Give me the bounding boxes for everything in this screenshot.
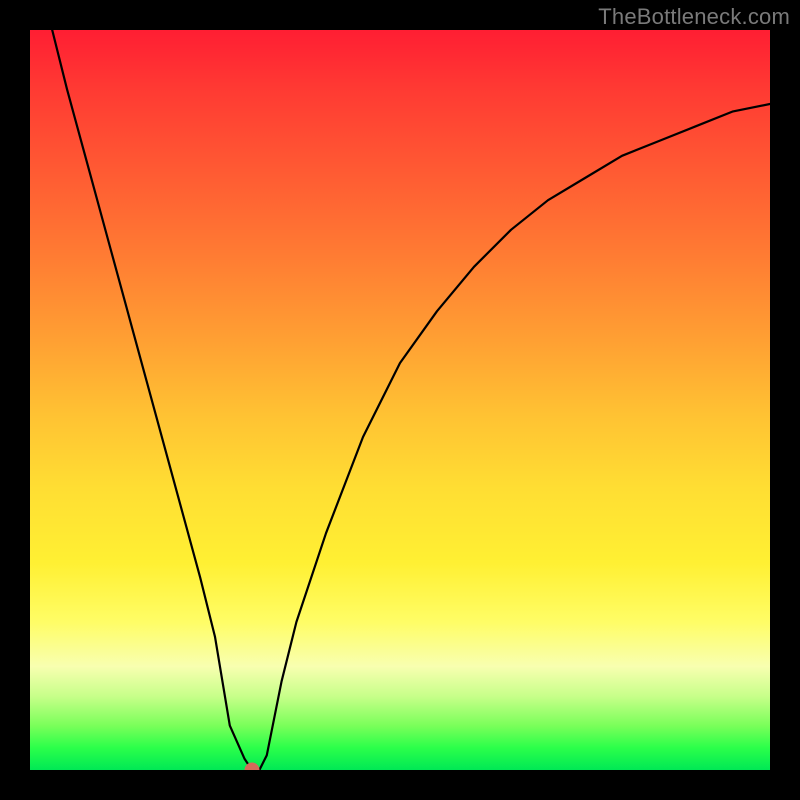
watermark-text: TheBottleneck.com — [598, 4, 790, 30]
curve-svg — [30, 30, 770, 770]
chart-frame: TheBottleneck.com — [0, 0, 800, 800]
bottleneck-curve-path — [52, 30, 770, 770]
plot-area — [30, 30, 770, 770]
minimum-marker — [245, 763, 259, 770]
